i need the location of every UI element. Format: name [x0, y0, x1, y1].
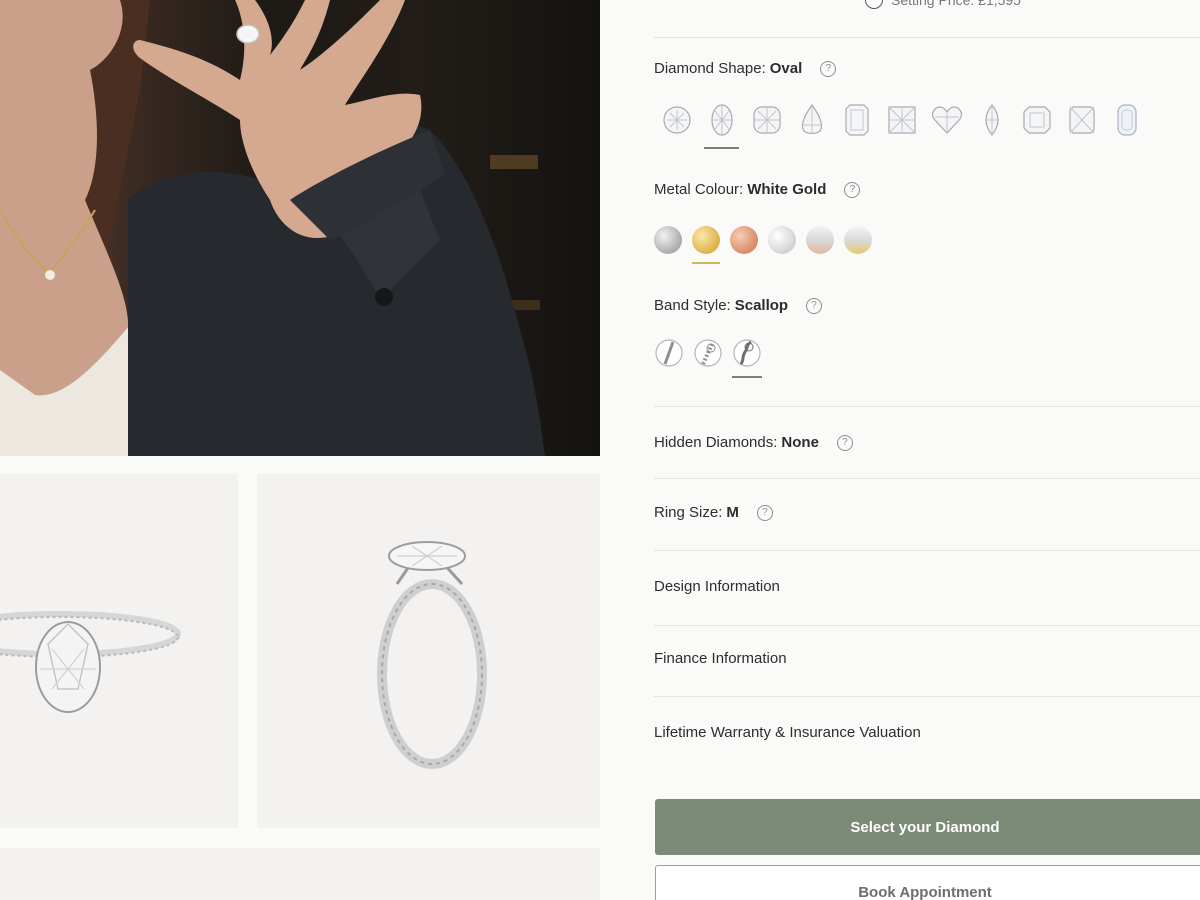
- divider: [654, 478, 1200, 479]
- divider: [654, 696, 1200, 697]
- accordion-warranty-insurance[interactable]: Lifetime Warranty & Insurance Valuation: [654, 724, 921, 741]
- hidden-diamonds-label: Hidden Diamonds:: [654, 434, 778, 451]
- lifestyle-photo-illustration: [0, 0, 545, 456]
- metal-colour-label-text: Metal Colour:: [654, 181, 744, 198]
- heart-diamond-icon: [931, 106, 962, 134]
- setting-price-radio[interactable]: [865, 0, 883, 9]
- band-scallop[interactable]: [732, 338, 762, 378]
- swatch-rose-gold[interactable]: [730, 226, 758, 254]
- marquise-diamond-icon: [984, 104, 999, 136]
- help-icon[interactable]: ?: [844, 181, 861, 198]
- cushion-diamond-icon: [752, 106, 781, 134]
- diamond-shape-value: Oval: [769, 60, 803, 77]
- shape-asscher[interactable]: [1014, 102, 1059, 138]
- setting-price-row[interactable]: Setting Price: £1,595: [865, 0, 1021, 10]
- metal-colour-value: White Gold: [747, 181, 827, 198]
- round-diamond-icon: [662, 106, 691, 134]
- band-style-options: [654, 338, 762, 378]
- divider: [654, 406, 1200, 407]
- shape-radiant[interactable]: [1059, 102, 1104, 138]
- swatch-platinum[interactable]: [654, 226, 682, 254]
- shape-heart[interactable]: [924, 102, 969, 138]
- shape-emerald[interactable]: [834, 102, 879, 138]
- product-gallery: [0, 0, 600, 900]
- help-icon[interactable]: ?: [756, 504, 773, 521]
- band-style-label: Band Style: Scallop ?: [654, 297, 823, 314]
- ring-configurator: Setting Price: £1,595 Diamond Shape: Ova…: [600, 0, 1200, 900]
- help-icon[interactable]: ?: [836, 434, 853, 451]
- band-style-value: Scallop: [734, 297, 789, 314]
- diamond-shape-label: Diamond Shape: Oval ?: [654, 60, 837, 77]
- shape-oval[interactable]: [699, 102, 744, 149]
- shape-elongated-cushion[interactable]: [1104, 102, 1149, 138]
- shape-pear[interactable]: [789, 102, 834, 138]
- swatch-white-gold[interactable]: [768, 226, 796, 254]
- plain-band-icon: [655, 339, 683, 367]
- pear-diamond-icon: [801, 103, 822, 135]
- band-style-label-text: Band Style:: [654, 297, 731, 314]
- metal-colour-label: Metal Colour: White Gold ?: [654, 181, 861, 198]
- ring-size-row[interactable]: Ring Size: M ?: [654, 504, 773, 521]
- book-appointment-button[interactable]: Book Appointment: [655, 865, 1200, 900]
- accordion-design-information[interactable]: Design Information: [654, 578, 780, 595]
- swatch-white-rose[interactable]: [806, 226, 834, 254]
- gallery-tile-partial[interactable]: [0, 848, 600, 900]
- lifestyle-photo[interactable]: [0, 0, 600, 456]
- swatch-yellow-gold[interactable]: [692, 226, 720, 264]
- princess-diamond-icon: [887, 106, 916, 134]
- asscher-diamond-icon: [1022, 106, 1051, 134]
- shape-marquise[interactable]: [969, 102, 1014, 138]
- setting-price-text: Setting Price: £1,595: [891, 0, 1021, 8]
- diamond-shape-label-text: Diamond Shape:: [654, 60, 766, 77]
- elongated-cushion-diamond-icon: [1116, 104, 1137, 136]
- divider: [654, 550, 1200, 551]
- divider: [654, 37, 1200, 38]
- oval-diamond-icon: [710, 104, 733, 136]
- ring-front-view[interactable]: [0, 474, 238, 828]
- ring-size-label: Ring Size:: [654, 504, 723, 521]
- ring-side-illustration: [377, 541, 487, 769]
- band-pave[interactable]: [693, 338, 723, 368]
- help-icon[interactable]: ?: [806, 297, 823, 314]
- hidden-diamonds-row[interactable]: Hidden Diamonds: None ?: [654, 434, 853, 451]
- radiant-diamond-icon: [1068, 106, 1095, 134]
- accordion-finance-information[interactable]: Finance Information: [654, 650, 787, 667]
- swatch-white-yellow[interactable]: [844, 226, 872, 254]
- shape-round[interactable]: [654, 102, 699, 138]
- pave-band-icon: [694, 339, 722, 367]
- ring-side-view[interactable]: [257, 474, 600, 828]
- hidden-diamonds-value: None: [781, 434, 819, 451]
- ring-size-value: M: [726, 504, 739, 521]
- ring-front-illustration: [0, 611, 181, 713]
- emerald-diamond-icon: [844, 104, 869, 136]
- scallop-band-icon: [733, 339, 761, 367]
- help-icon[interactable]: ?: [820, 60, 837, 77]
- shape-cushion[interactable]: [744, 102, 789, 138]
- select-diamond-button[interactable]: Select your Diamond: [655, 799, 1200, 855]
- divider: [654, 625, 1200, 626]
- metal-colour-options: [654, 226, 872, 264]
- band-plain[interactable]: [654, 338, 684, 368]
- diamond-shape-options: [654, 102, 1149, 149]
- shape-princess[interactable]: [879, 102, 924, 138]
